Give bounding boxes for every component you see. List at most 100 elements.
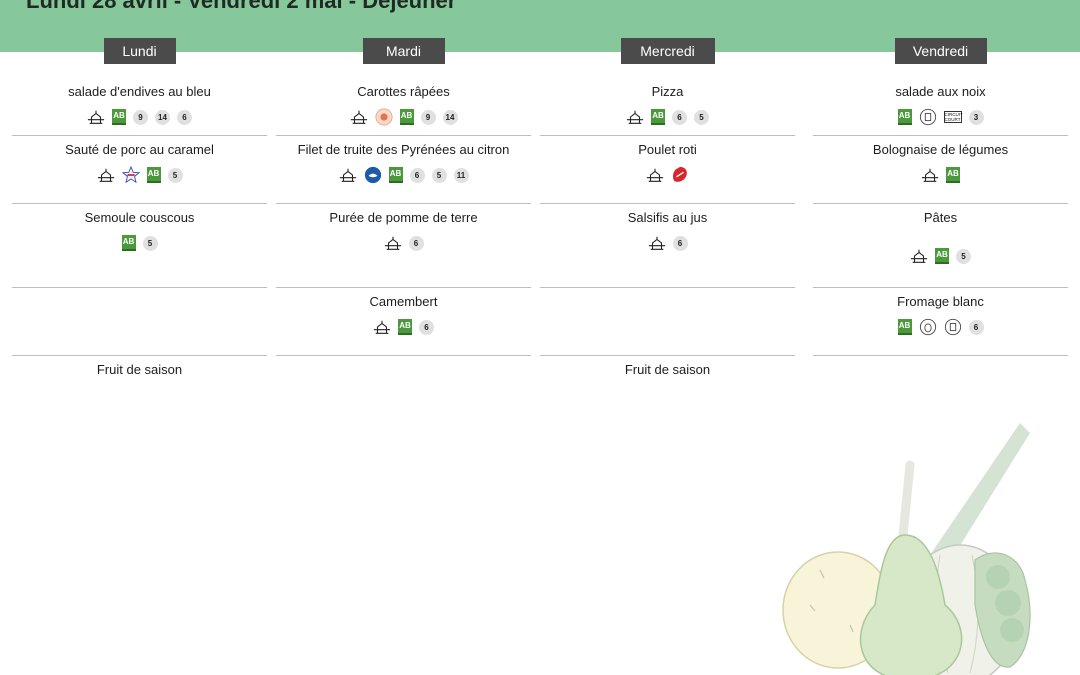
dish-row: Filet de truite des Pyrénées au citron AB…: [276, 136, 531, 204]
dish-name: Fromage blanc: [897, 294, 984, 309]
dish-name: salade d'endives au bleu: [68, 84, 211, 99]
dish-row: Fruit de saison: [12, 356, 267, 396]
dish-icons: AB CIRCUIT COURT 3: [813, 105, 1068, 129]
maison-icon: [626, 110, 644, 124]
allergen-badge: 11: [453, 167, 469, 183]
dish-icons: [540, 163, 795, 187]
oeuf-icon: [919, 318, 936, 336]
dish-name: Pâtes: [923, 210, 958, 225]
ab-icon: AB: [935, 248, 949, 264]
allergen-badge: 5: [694, 109, 709, 125]
day-tab: Vendredi: [894, 38, 987, 64]
dish-row: Fruit de saison: [540, 356, 795, 396]
allergen-badge: 6: [177, 109, 192, 125]
dish-icons: AB 5: [813, 244, 1068, 268]
dish-row: [276, 356, 531, 396]
dish-name: Camembert: [369, 294, 438, 309]
maison-icon: [97, 168, 114, 182]
dish-name: Poulet roti: [638, 142, 697, 157]
maison-icon: [648, 236, 665, 250]
dish-icons: 6: [276, 231, 531, 255]
vegetables-illustration: [782, 423, 1031, 675]
ab-icon: AB: [946, 167, 960, 183]
peche-durable-icon: [364, 166, 381, 184]
maison-icon: [921, 168, 939, 182]
dish-row: Pâtes AB 5: [813, 204, 1068, 288]
dish-row: salade aux noix AB CIRCUIT COURT 3: [813, 78, 1068, 136]
allergen-badge: 5: [142, 235, 158, 251]
allergen-badge: 6: [672, 109, 687, 125]
dish-icons: AB 6: [276, 315, 531, 339]
dish-name: salade aux noix: [895, 84, 986, 99]
ab-icon: AB: [146, 167, 161, 183]
label-rouge-icon: [672, 166, 687, 182]
allergen-badge: 6: [968, 319, 984, 335]
day-column-mardi: Mardi Carottes râpées AB 9 14 Filet de truite…: [276, 38, 531, 356]
dish-row: Pizza AB 6 5: [540, 78, 795, 136]
allergen-badge: 6: [672, 235, 688, 251]
ab-icon: AB: [897, 319, 912, 335]
ab-icon: AB: [112, 109, 126, 125]
dish-row: Camembert AB 6: [276, 288, 531, 356]
dish-name: Sauté de porc au caramel: [65, 142, 214, 157]
ab-icon: AB: [121, 235, 136, 251]
maison-icon: [910, 249, 928, 263]
ab-icon: AB: [651, 109, 665, 125]
dish-row: Semoule couscous AB 5: [12, 204, 267, 288]
allergen-badge: 6: [419, 319, 434, 335]
dish-row: Salsifis au jus 6: [540, 204, 795, 288]
day-column-mercredi: Mercredi Pizza AB 6 5 Poulet roti Salsifis au …: [540, 38, 795, 377]
dish-icons: AB 9 14 6: [12, 105, 267, 129]
allergen-badge: 9: [420, 109, 436, 125]
dish-row: [813, 356, 1068, 396]
dish-icons: AB 5: [12, 163, 267, 187]
allergen-badge: 5: [956, 248, 971, 264]
dish-row: Bolognaise de légumes AB: [813, 136, 1068, 204]
maison-icon: [87, 110, 105, 124]
dish-row: [540, 288, 795, 356]
lait-icon: [919, 108, 936, 126]
maison-icon: [384, 236, 401, 250]
ab-icon: AB: [388, 167, 403, 183]
dish-name: [276, 362, 531, 380]
ab-icon: AB: [399, 109, 414, 125]
dish-row: Carottes râpées AB 9 14: [276, 78, 531, 136]
dish-name: [12, 294, 267, 312]
dish-icons: AB 6 5 11: [276, 163, 531, 187]
dish-icons: AB 9 14: [276, 105, 531, 129]
maison-icon: [350, 110, 367, 124]
allergen-badge: 5: [431, 167, 447, 183]
dish-icons: AB 5: [12, 231, 267, 255]
allergen-badge: 6: [409, 167, 425, 183]
dish-row: Poulet roti: [540, 136, 795, 204]
porc-francais-icon: [121, 166, 140, 184]
dish-name: Salsifis au jus: [627, 210, 708, 225]
dish-name: Purée de pomme de terre: [329, 210, 478, 225]
dish-icons: 6: [540, 231, 795, 255]
dish-row: Sauté de porc au caramel AB 5: [12, 136, 267, 204]
ab-icon: AB: [897, 109, 912, 125]
allergen-badge: 6: [408, 235, 424, 251]
ab-icon: AB: [398, 319, 412, 335]
circuit-court-icon: CIRCUIT COURT: [943, 111, 963, 123]
dish-row: [12, 288, 267, 356]
dish-name: Semoule couscous: [84, 210, 195, 225]
day-column-vendredi: Vendredi salade aux noix AB CIRCUIT COURT 3 B…: [813, 38, 1068, 356]
dish-row: Purée de pomme de terre 6: [276, 204, 531, 288]
day-tab: Mardi: [362, 38, 445, 64]
dish-row: salade d'endives au bleu AB 9 14 6: [12, 78, 267, 136]
dish-name: Fruit de saison: [624, 362, 711, 377]
allergen-badge: 14: [442, 109, 458, 125]
allergen-badge: 9: [133, 109, 148, 125]
day-column-lundi: Lundi salade d'endives au bleu AB 9 14 6 Sauté…: [12, 38, 267, 377]
maison-icon: [373, 320, 391, 334]
allergen-badge: 14: [155, 109, 170, 125]
maison-icon: [339, 168, 356, 182]
dish-name: Fruit de saison: [96, 362, 183, 377]
dish-row: Fromage blanc AB 6: [813, 288, 1068, 356]
maison-icon: [646, 168, 664, 182]
local-icon: [374, 108, 393, 126]
dish-icons: AB 6: [813, 315, 1068, 339]
day-tab: Mercredi: [620, 38, 715, 64]
dish-name: [540, 294, 795, 312]
